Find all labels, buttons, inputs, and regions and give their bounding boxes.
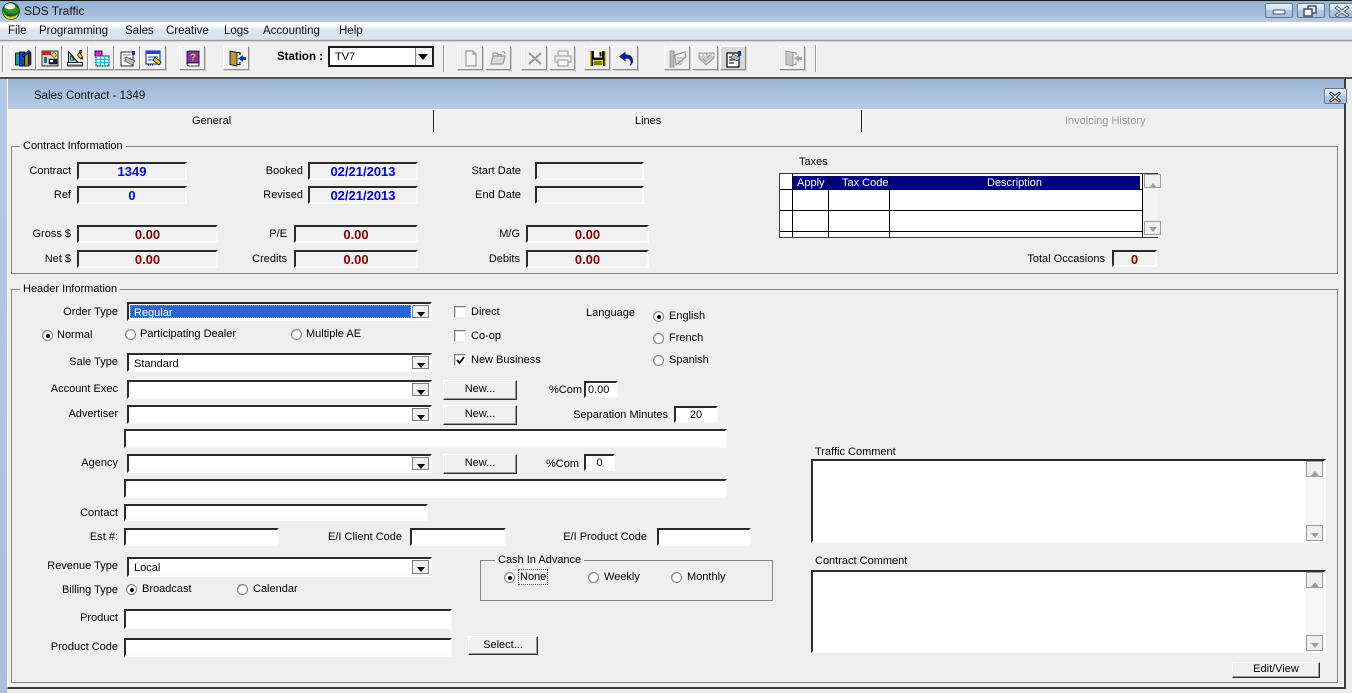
svg-text:?: ?	[190, 53, 196, 64]
